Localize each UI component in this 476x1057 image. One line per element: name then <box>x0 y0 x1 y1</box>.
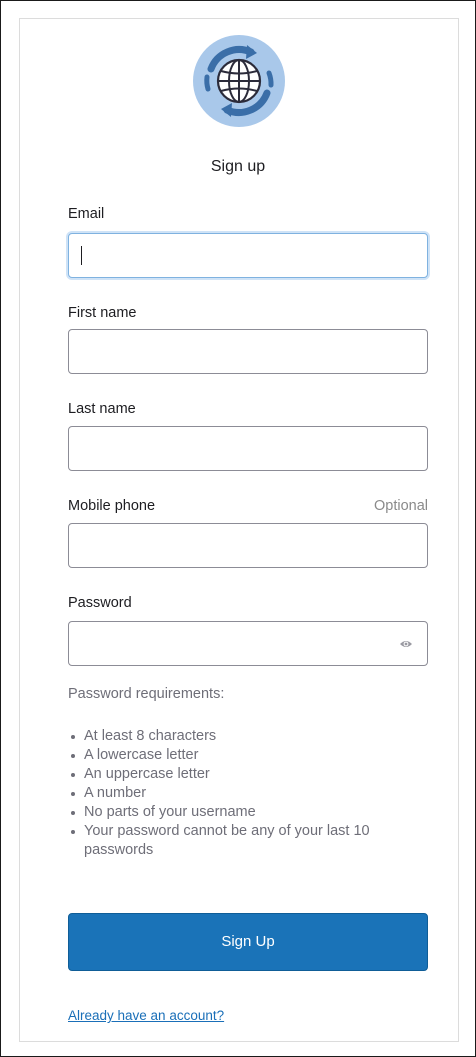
email-field[interactable] <box>69 234 427 277</box>
requirement-item: At least 8 characters <box>68 727 428 746</box>
requirement-item: Your password cannot be any of your last… <box>68 822 428 860</box>
mobile-phone-label: Mobile phone <box>68 498 156 514</box>
mobile-phone-field[interactable] <box>69 524 427 567</box>
requirement-item: No parts of your username <box>68 803 428 822</box>
text-caret <box>81 246 82 265</box>
password-requirements-list: At least 8 characters A lowercase letter… <box>68 727 428 860</box>
sign-in-link[interactable]: Already have an account? <box>68 1008 224 1023</box>
first-name-field-wrapper <box>68 329 428 374</box>
requirement-item: An uppercase letter <box>68 765 428 784</box>
requirement-item: A number <box>68 784 428 803</box>
password-field[interactable] <box>69 622 427 665</box>
globe-refresh-logo-icon <box>193 35 285 127</box>
requirement-item: A lowercase letter <box>68 746 428 765</box>
page-title: Sign up <box>210 158 266 175</box>
last-name-label: Last name <box>68 401 136 417</box>
email-field-wrapper <box>68 233 428 278</box>
password-requirements-title: Password requirements: <box>68 686 225 702</box>
first-name-label: First name <box>68 305 137 321</box>
email-label: Email <box>68 206 105 222</box>
optional-hint: Optional <box>373 498 428 514</box>
sign-up-button[interactable]: Sign Up <box>68 913 428 971</box>
first-name-field[interactable] <box>69 330 427 373</box>
password-label: Password <box>68 595 132 611</box>
password-field-wrapper <box>68 621 428 666</box>
last-name-field-wrapper <box>68 426 428 471</box>
last-name-field[interactable] <box>69 427 427 470</box>
eye-icon[interactable] <box>399 637 413 651</box>
mobile-phone-field-wrapper <box>68 523 428 568</box>
